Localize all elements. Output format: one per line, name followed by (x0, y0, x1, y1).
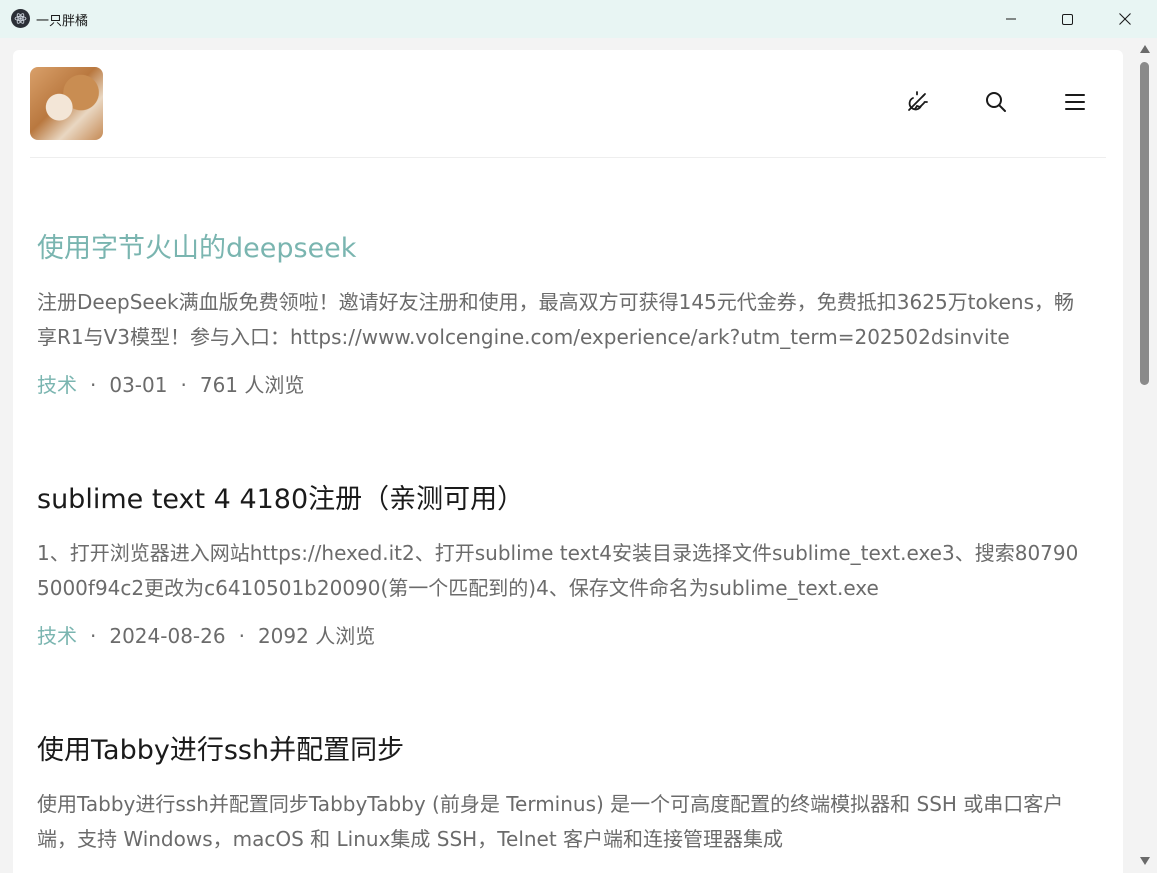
scroll-up-arrow-icon[interactable] (1139, 44, 1151, 54)
post-title[interactable]: 使用字节火山的deepseek (37, 231, 1087, 267)
header-divider (30, 157, 1106, 158)
search-icon[interactable] (981, 87, 1011, 117)
post-date: 2024-08-26 (109, 624, 226, 648)
post-excerpt: 1、打开浏览器进入网站https://hexed.it2、打开sublime t… (37, 541, 1079, 600)
post-title[interactable]: sublime text 4 4180注册（亲测可用） (37, 482, 1087, 518)
blog-card: 使用字节火山的deepseek 注册DeepSeek满血版免费领啦！邀请好友注册… (13, 50, 1123, 873)
post-category-link[interactable]: 技术 (37, 371, 77, 399)
post-date: 03-01 (109, 373, 168, 397)
meta-separator: · (90, 624, 97, 648)
post-category-link[interactable]: 技术 (37, 622, 77, 650)
maximize-button[interactable] (1044, 0, 1090, 38)
window-title: 一只胖橘 (36, 14, 89, 29)
menu-icon[interactable] (1060, 87, 1090, 117)
window-titlebar[interactable]: 一只胖橘 (0, 0, 1157, 38)
meta-separator: · (238, 624, 245, 648)
post-item[interactable]: 使用字节火山的deepseek 注册DeepSeek满血版免费领啦！邀请好友注册… (37, 231, 1087, 399)
post-item[interactable]: 使用Tabby进行ssh并配置同步 使用Tabby进行ssh并配置同步Tabby… (37, 733, 1087, 857)
post-views: 2092 人浏览 (257, 624, 376, 648)
meta-separator: · (90, 373, 97, 397)
post-excerpt: 注册DeepSeek满血版免费领啦！邀请好友注册和使用，最高双方可获得145元代… (37, 290, 1075, 349)
page-viewport[interactable]: 使用字节火山的deepseek 注册DeepSeek满血版免费领啦！邀请好友注册… (0, 38, 1134, 873)
meta-separator: · (180, 373, 187, 397)
post-item[interactable]: sublime text 4 4180注册（亲测可用） 1、打开浏览器进入网站h… (37, 482, 1087, 650)
theme-toggle-icon[interactable] (902, 87, 932, 117)
post-meta: 技术 · 2024-08-26 · 2092 人浏览 (37, 622, 1087, 650)
post-meta: 技术 · 03-01 · 761 人浏览 (37, 371, 1087, 399)
minimize-button[interactable] (988, 0, 1034, 38)
vertical-scrollbar[interactable] (1134, 38, 1157, 873)
app-atom-icon (11, 9, 30, 28)
scrollbar-thumb[interactable] (1140, 62, 1149, 385)
close-button[interactable] (1102, 0, 1148, 38)
cat-avatar[interactable] (30, 67, 103, 140)
scroll-down-arrow-icon[interactable] (1139, 856, 1151, 866)
post-title[interactable]: 使用Tabby进行ssh并配置同步 (37, 733, 1087, 769)
post-excerpt: 使用Tabby进行ssh并配置同步TabbyTabby (前身是 Terminu… (37, 792, 1064, 851)
post-views: 761 人浏览 (199, 373, 305, 397)
